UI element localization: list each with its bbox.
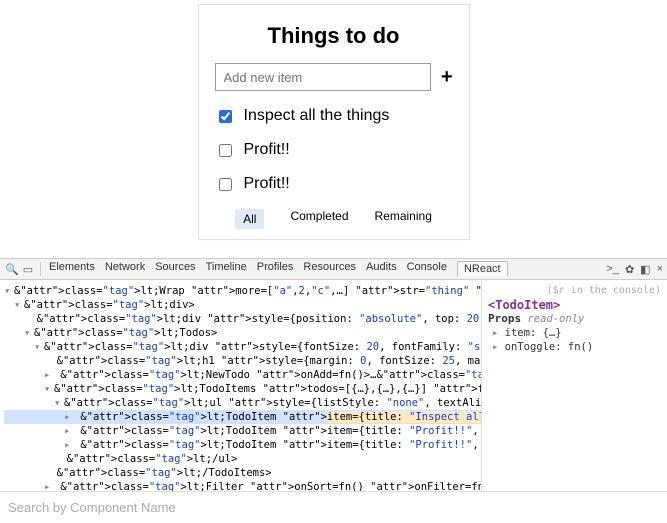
new-todo-input[interactable] xyxy=(215,63,431,91)
prop-item[interactable]: ▸ item: {…} xyxy=(488,326,661,340)
tree-row[interactable]: ▸ &"attr">class="tag">lt;TodoItem "attr"… xyxy=(4,424,481,438)
console-hint: ($r in the console) xyxy=(488,284,661,298)
tab-timeline[interactable]: Timeline xyxy=(206,261,247,277)
tree-row[interactable]: ▾&"attr">class="tag">lt;TodoItems "attr"… xyxy=(4,382,481,396)
tab-network[interactable]: Network xyxy=(105,261,145,277)
tree-row[interactable]: ▾&"attr">class="tag">lt;Wrap "attr">more… xyxy=(4,284,481,298)
close-icon[interactable]: × xyxy=(657,263,663,275)
props-label: Props xyxy=(488,312,521,325)
inspect-icon[interactable]: 🔍 xyxy=(4,263,20,276)
tree-row[interactable]: &"attr">class="tag">lt;h1 "attr">style={… xyxy=(4,354,481,368)
tab-profiles[interactable]: Profiles xyxy=(257,261,294,277)
prop-ontoggle[interactable]: ▸ onToggle: fn() xyxy=(488,340,661,354)
drawer-icon[interactable]: >_ xyxy=(606,263,619,275)
tree-row[interactable]: ▾&"attr">class="tag">lt;Todos> xyxy=(4,326,481,340)
selected-component: <TodoItem> xyxy=(488,298,661,312)
todo-card: Things to do + Inspect all the things Pr… xyxy=(198,4,470,240)
devtools-tabs: Elements Network Sources Timeline Profil… xyxy=(49,261,508,277)
todo-row: Profit!! xyxy=(215,173,453,207)
tree-row[interactable]: &"attr">class="tag">lt;/TodoItems> xyxy=(4,466,481,480)
filter-remaining[interactable]: Remaining xyxy=(375,209,432,229)
props-pane: ($r in the console) <TodoItem> Props rea… xyxy=(481,280,667,491)
todo-label: Profit!! xyxy=(244,141,290,159)
todo-checkbox[interactable] xyxy=(219,110,232,123)
device-icon[interactable]: ▭ xyxy=(20,263,36,276)
component-tree[interactable]: ▾&"attr">class="tag">lt;Wrap "attr">more… xyxy=(0,280,481,491)
props-readonly: read-only xyxy=(527,313,584,325)
app-preview: Things to do + Inspect all the things Pr… xyxy=(0,0,667,258)
new-todo-row: + xyxy=(215,63,453,91)
todo-row: Inspect all the things xyxy=(215,105,453,139)
devtools-body: ▾&"attr">class="tag">lt;Wrap "attr">more… xyxy=(0,280,667,491)
tab-audits[interactable]: Audits xyxy=(366,261,397,277)
tab-resources[interactable]: Resources xyxy=(303,261,356,277)
tab-elements[interactable]: Elements xyxy=(49,261,95,277)
search-placeholder: Search by Component Name xyxy=(8,500,176,515)
component-search[interactable]: Search by Component Name xyxy=(0,491,667,523)
tree-row-selected[interactable]: ▸ &"attr">class="tag">lt;TodoItem "attr"… xyxy=(4,410,481,424)
gear-icon[interactable]: ✿ xyxy=(625,263,634,276)
tab-console[interactable]: Console xyxy=(407,261,447,277)
todo-checkbox[interactable] xyxy=(219,178,232,191)
add-icon[interactable]: + xyxy=(441,67,453,87)
tree-row[interactable]: &"attr">class="tag">lt;div "attr">style=… xyxy=(4,312,481,326)
tree-row[interactable]: &"attr">class="tag">lt;/ul> xyxy=(4,452,481,466)
filter-completed[interactable]: Completed xyxy=(290,209,348,229)
tree-row[interactable]: ▸ &"attr">class="tag">lt;Filter "attr">o… xyxy=(4,480,481,491)
todo-checkbox[interactable] xyxy=(219,144,232,157)
devtools-toolbar: 🔍 ▭ Elements Network Sources Timeline Pr… xyxy=(0,258,667,280)
todo-row: Profit!! xyxy=(215,139,453,173)
dock-icon[interactable]: ◧ xyxy=(640,263,650,276)
tree-row[interactable]: ▸ &"attr">class="tag">lt;TodoItem "attr"… xyxy=(4,438,481,452)
tab-nreact[interactable]: NReact xyxy=(457,261,508,277)
tree-row[interactable]: ▾&"attr">class="tag">lt;ul "attr">style=… xyxy=(4,396,481,410)
page-title: Things to do xyxy=(215,23,453,49)
tree-row[interactable]: ▾&"attr">class="tag">lt;div> xyxy=(4,298,481,312)
tree-row[interactable]: ▸ &"attr">class="tag">lt;NewTodo "attr">… xyxy=(4,368,481,382)
filter-bar: All Completed Remaining xyxy=(215,209,453,229)
filter-all[interactable]: All xyxy=(235,209,264,229)
todo-label: Inspect all the things xyxy=(244,107,390,125)
todo-label: Profit!! xyxy=(244,175,290,193)
tab-sources[interactable]: Sources xyxy=(155,261,195,277)
tree-row[interactable]: ▾&"attr">class="tag">lt;div "attr">style… xyxy=(4,340,481,354)
